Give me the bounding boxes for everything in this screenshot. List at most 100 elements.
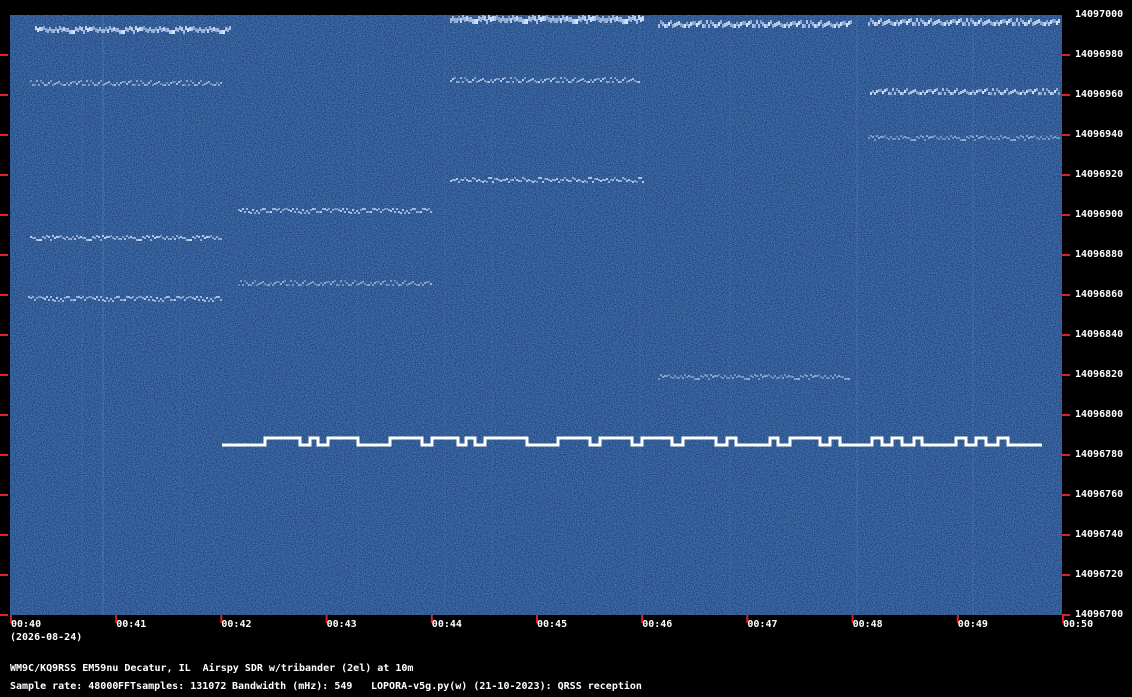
signal-pixel bbox=[198, 82, 200, 84]
signal-pixel bbox=[476, 81, 478, 83]
signal-pixel bbox=[304, 280, 306, 282]
signal-pixel bbox=[610, 18, 612, 23]
signal-pixel bbox=[736, 22, 738, 26]
signal-pixel bbox=[454, 179, 456, 181]
y-tick bbox=[0, 494, 8, 496]
signal-pixel bbox=[500, 80, 502, 82]
signal-pixel bbox=[618, 81, 620, 83]
signal-pixel bbox=[166, 82, 168, 84]
x-axis-label: 00:45 bbox=[537, 619, 568, 630]
signal-pixel bbox=[128, 237, 130, 239]
signal-pixel bbox=[89, 27, 91, 31]
signal-pixel bbox=[982, 91, 984, 94]
signal-pixel bbox=[970, 92, 972, 95]
signal-pixel bbox=[149, 27, 151, 31]
signal-pixel bbox=[210, 298, 212, 300]
signal-pixel bbox=[614, 177, 616, 179]
signal-pixel bbox=[690, 376, 692, 378]
signal-pixel bbox=[960, 91, 962, 94]
signal-pixel bbox=[694, 21, 696, 25]
signal-pixel bbox=[450, 18, 452, 23]
signal-pixel bbox=[98, 236, 100, 238]
signal-pixel bbox=[153, 29, 155, 33]
signal-pixel bbox=[994, 92, 996, 95]
signal-pixel bbox=[238, 209, 240, 211]
signal-pixel bbox=[452, 78, 454, 80]
signal-pixel bbox=[122, 81, 124, 83]
signal-pixel bbox=[968, 22, 970, 26]
signal-pixel bbox=[492, 181, 494, 183]
signal-pixel bbox=[105, 27, 107, 31]
signal-pixel bbox=[824, 23, 826, 27]
signal-pixel bbox=[216, 82, 218, 84]
signal-pixel bbox=[778, 377, 780, 379]
signal-pixel bbox=[596, 15, 598, 20]
signal-pixel bbox=[1034, 21, 1036, 25]
signal-pixel bbox=[140, 80, 142, 82]
signal-pixel bbox=[802, 376, 804, 378]
signal-pixel bbox=[600, 18, 602, 23]
signal-pixel bbox=[594, 79, 596, 81]
signal-pixel bbox=[948, 22, 950, 26]
signal-pixel bbox=[88, 84, 90, 86]
signal-pixel bbox=[632, 78, 634, 80]
signal-pixel bbox=[848, 21, 850, 25]
signal-pixel bbox=[120, 238, 122, 240]
signal-pixel bbox=[532, 78, 534, 80]
signal-pixel bbox=[574, 19, 576, 24]
signal-pixel bbox=[522, 79, 524, 81]
signal-pixel bbox=[522, 19, 524, 24]
signal-pixel bbox=[430, 283, 432, 285]
signal-pixel bbox=[340, 280, 342, 282]
signal-pixel bbox=[124, 81, 126, 83]
signal-pixel bbox=[146, 235, 148, 237]
signal-pixel bbox=[112, 84, 114, 86]
signal-pixel bbox=[163, 27, 165, 31]
signal-pixel bbox=[886, 137, 888, 139]
signal-pixel bbox=[480, 17, 482, 22]
signal-pixel bbox=[490, 177, 492, 179]
signal-pixel bbox=[310, 209, 312, 211]
signal-pixel bbox=[162, 300, 164, 302]
signal-pixel bbox=[514, 17, 516, 22]
signal-pixel bbox=[219, 30, 221, 34]
signal-pixel bbox=[810, 20, 812, 24]
signal-pixel bbox=[170, 82, 172, 84]
signal-pixel bbox=[754, 24, 756, 28]
signal-pixel bbox=[1028, 137, 1030, 139]
signal-pixel bbox=[348, 284, 350, 286]
signal-pixel bbox=[1016, 18, 1018, 22]
signal-pixel bbox=[244, 211, 246, 213]
signal-pixel bbox=[1024, 139, 1026, 141]
signal-pixel bbox=[918, 22, 920, 26]
signal-pixel bbox=[194, 298, 196, 300]
signal-pixel bbox=[808, 24, 810, 28]
signal-pixel bbox=[758, 378, 760, 380]
signal-pixel bbox=[334, 208, 336, 210]
signal-pixel bbox=[612, 15, 614, 20]
signal-pixel bbox=[932, 22, 934, 26]
signal-pixel bbox=[1046, 88, 1048, 91]
signal-pixel bbox=[746, 23, 748, 27]
signal-pixel bbox=[1012, 90, 1014, 93]
signal-pixel bbox=[59, 26, 61, 30]
signal-pixel bbox=[276, 281, 278, 283]
signal-pixel bbox=[212, 84, 214, 86]
signal-pixel bbox=[472, 19, 474, 24]
signal-pixel bbox=[744, 378, 746, 380]
signal-pixel bbox=[966, 91, 968, 94]
x-axis-label: 00:44 bbox=[431, 619, 462, 630]
signal-pixel bbox=[166, 296, 168, 298]
signal-pixel bbox=[98, 82, 100, 84]
signal-pixel bbox=[374, 208, 376, 210]
signal-pixel bbox=[920, 135, 922, 137]
signal-pixel bbox=[974, 139, 976, 141]
signal-pixel bbox=[82, 296, 84, 298]
signal-pixel bbox=[131, 27, 133, 31]
signal-pixel bbox=[704, 374, 706, 376]
signal-pixel bbox=[892, 138, 894, 140]
signal-pixel bbox=[412, 281, 414, 283]
signal-pixel bbox=[610, 179, 612, 181]
signal-pixel bbox=[508, 181, 510, 183]
signal-pixel bbox=[422, 284, 424, 286]
